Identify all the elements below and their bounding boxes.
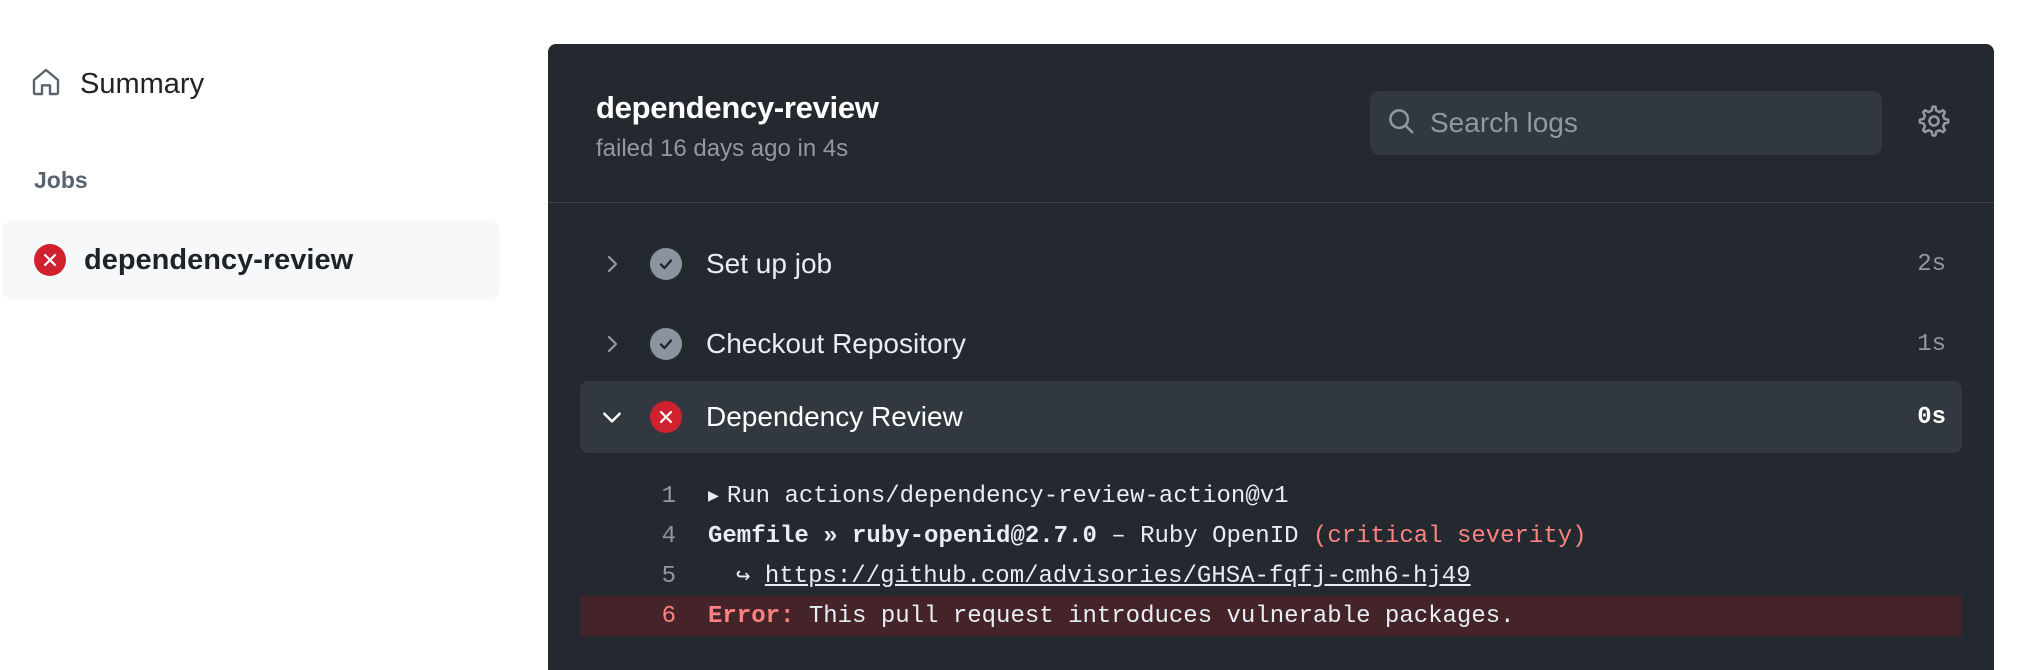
step-duration: 1s	[1917, 330, 1946, 358]
severity-label: (critical severity)	[1312, 522, 1587, 550]
success-status-icon	[650, 248, 682, 280]
sidebar-item-dependency-review[interactable]: dependency-review	[2, 220, 500, 300]
step-dependency-review[interactable]: Dependency Review 0s	[580, 381, 1962, 453]
search-logs-box[interactable]	[1370, 91, 1882, 155]
job-meta: failed 16 days ago in 4s	[596, 135, 849, 162]
log-line: 4 Gemfile » ruby-openid@2.7.0 – Ruby Ope…	[580, 516, 1962, 556]
chevron-down-icon	[594, 406, 630, 428]
step-duration: 2s	[1917, 250, 1946, 278]
chevron-right-icon	[594, 334, 630, 354]
settings-button[interactable]	[1913, 102, 1955, 144]
log-line: 5 ↪ https://github.com/advisories/GHSA-f…	[580, 556, 1962, 596]
log-content: Error: This pull request introduces vuln…	[708, 603, 1515, 630]
job-log-panel: dependency-review failed 16 days ago in …	[548, 44, 1994, 670]
page: Summary Jobs dependency-review dependenc…	[0, 0, 2020, 670]
sidebar: Summary Jobs dependency-review	[0, 0, 505, 670]
triangle-right-icon: ▶	[708, 487, 719, 507]
log-content: ↪ https://github.com/advisories/GHSA-fqf…	[708, 561, 1471, 592]
search-logs-input[interactable]	[1430, 107, 1850, 139]
line-number[interactable]: 5	[580, 563, 676, 590]
sidebar-item-label: Summary	[80, 67, 205, 100]
step-set-up-job[interactable]: Set up job 2s	[580, 228, 1962, 300]
advisory-link[interactable]: https://github.com/advisories/GHSA-fqfj-…	[765, 563, 1471, 590]
line-number[interactable]: 6	[580, 603, 676, 630]
error-label: Error:	[708, 602, 795, 630]
log-group-toggle[interactable]: ▶ Run actions/dependency-review-action@v1	[708, 483, 1289, 510]
line-number[interactable]: 1	[580, 483, 676, 510]
log-text: Run actions/dependency-review-action@v1	[726, 482, 1289, 510]
step-name: Set up job	[706, 248, 833, 279]
sidebar-item-label: dependency-review	[84, 243, 354, 276]
search-icon	[1386, 106, 1416, 141]
arrow-icon: ↪	[736, 564, 765, 591]
step-name: Dependency Review	[706, 401, 963, 432]
job-header: dependency-review failed 16 days ago in …	[548, 44, 1994, 203]
line-number[interactable]: 4	[580, 523, 676, 550]
log-content: Gemfile » ruby-openid@2.7.0 – Ruby OpenI…	[708, 523, 1587, 550]
success-status-icon	[650, 328, 682, 360]
jobs-heading: Jobs	[34, 167, 88, 193]
step-duration: 0s	[1917, 403, 1946, 431]
failed-status-icon	[650, 401, 682, 433]
package-name: Gemfile » ruby-openid@2.7.0	[708, 522, 1097, 550]
error-message: This pull request introduces vulnerable …	[794, 602, 1515, 630]
log-line: 1 ▶ Run actions/dependency-review-action@…	[580, 476, 1962, 516]
chevron-right-icon	[594, 254, 630, 274]
gear-icon	[1917, 104, 1951, 143]
step-name: Checkout Repository	[706, 328, 966, 359]
log-line-error: 6 Error: This pull request introduces vu…	[580, 596, 1962, 636]
step-checkout-repository[interactable]: Checkout Repository 1s	[580, 308, 1962, 380]
sidebar-item-summary[interactable]: Summary	[30, 60, 490, 108]
package-description: – Ruby OpenID	[1096, 522, 1313, 550]
job-title: dependency-review	[596, 90, 879, 125]
failed-status-icon	[34, 244, 66, 276]
home-icon	[30, 66, 62, 103]
